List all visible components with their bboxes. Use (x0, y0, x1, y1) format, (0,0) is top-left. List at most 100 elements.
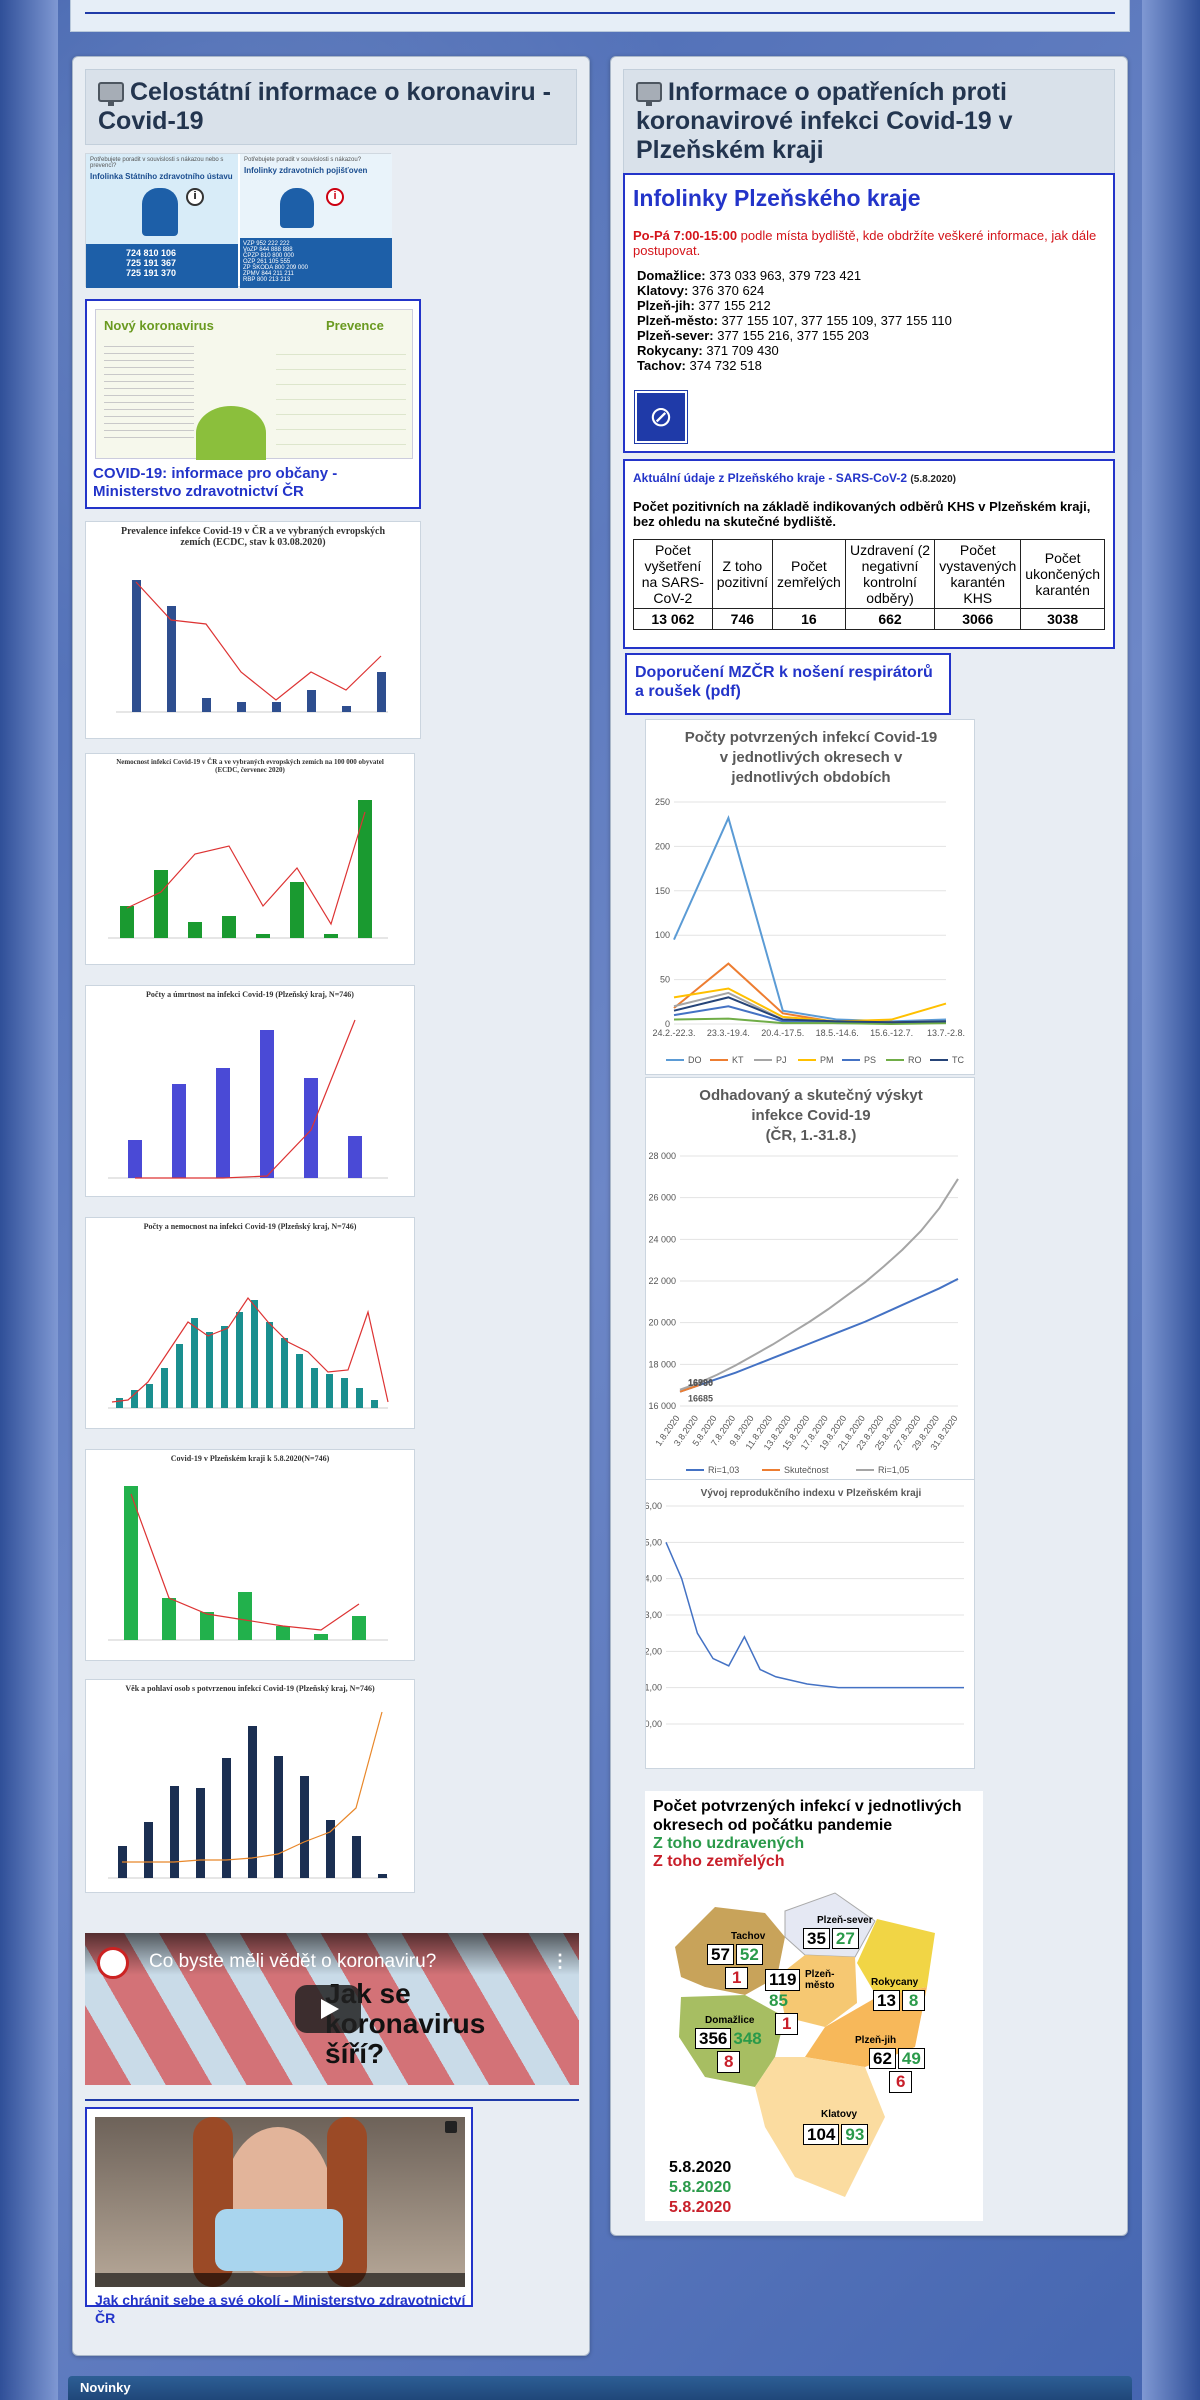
x-tick-label: 18.5.-14.6. (816, 1028, 859, 1038)
chart-kraj-okresy-graphic (108, 1486, 388, 1641)
series-line-ri103 (679, 1278, 959, 1393)
monitor-icon (636, 82, 662, 106)
chart-okresy-svg: Počty potvrzených infekcí Covid-19 v jedn… (652, 729, 965, 1065)
okresy-map-card: Počet potvrzených infekcí v jednotlivých… (645, 1791, 983, 2221)
video-controls[interactable] (95, 2273, 465, 2287)
chart-odhad: Odhadovaný a skutečný výskyt infekce Covi… (645, 1077, 975, 1489)
bar-group (116, 1300, 378, 1408)
chart-odhad-svg: Odhadovaný a skutečný výskyt infekce Covi… (648, 1087, 959, 1475)
y-tick-label: 50 (660, 975, 670, 985)
bar (260, 1030, 274, 1178)
insurance-row: RBP 800 213 213 (243, 277, 291, 283)
bar (200, 1612, 214, 1640)
map-dead-domazlice: 8 (717, 2051, 741, 2073)
aktualni-subtitle: Počet pozitivních na základě indikovanýc… (633, 499, 1091, 529)
infolinka-zp-small: Potřebujete poradit v souvislosti s náka… (244, 157, 362, 163)
bar (191, 1318, 198, 1408)
series-line-pm (673, 987, 947, 1023)
chart-title: Prevalence infekce Covid-19 v ČR a ve vy… (120, 526, 386, 548)
infolinka-zp-title: Infolinky zdravotních pojišťoven (244, 166, 368, 175)
y-tick-label: 28 000 (648, 1151, 676, 1161)
map-date-recovered: 5.8.2020 (669, 2179, 732, 2196)
aktualni-table: Počet vyšetření na SARS-CoV-2 Z toho poz… (633, 539, 1105, 630)
bar (378, 1874, 387, 1878)
y-tick-label: 3,00 (646, 1610, 662, 1620)
chart-title: Nemocnost infekcí Covid-19 v ČR a ve vyb… (116, 758, 384, 774)
more-options-icon[interactable]: ⋮ (551, 1951, 569, 1972)
bar (352, 1616, 366, 1640)
chart-title: Počty potvrzených infekcí Covid-19 (685, 729, 938, 746)
table-cell: 16 (772, 608, 846, 630)
bar (154, 870, 168, 938)
infolinky-hours: Po-Pá 7:00-15:00 podle místa bydliště, k… (633, 228, 1097, 258)
novy-koronavirus-box[interactable]: Nový koronavirus Prevence COVID-19: info… (85, 299, 421, 509)
table-cell: 746 (711, 608, 774, 630)
table-cell: 662 (844, 608, 936, 630)
operator-figure (142, 188, 178, 236)
mask-video-box[interactable]: Jak chránit sebe a své okolí - Ministers… (85, 2107, 473, 2326)
settings-icon[interactable] (445, 2121, 457, 2133)
bar (281, 1338, 288, 1408)
chart-umrtnost-graphic (108, 1019, 388, 1179)
chart-kraj-okresy-image: Covid-19 v Plzeňském kraji k 5.8.2020(N=… (85, 1449, 415, 1661)
x-tick-label: 24.2.-22.3. (652, 1028, 695, 1038)
infolinka-szu-small: Potřebujete poradit v souvislosti s náka… (90, 157, 224, 169)
y-tick-label: 1,00 (646, 1683, 662, 1693)
chart-reprodukcni: Vývoj reprodukčního indexu v Plzeňském k… (644, 1479, 975, 1769)
bar (202, 698, 211, 712)
bar (307, 690, 316, 712)
bar (116, 1398, 123, 1408)
bar (358, 800, 372, 938)
y-tick-label: 100 (655, 930, 670, 940)
doporuceni-link[interactable]: Doporučení MZČR k nošení respirátorů a r… (625, 653, 951, 715)
table-cell: 3066 (934, 608, 1022, 630)
monitor-icon (98, 82, 124, 106)
bar (311, 1368, 318, 1408)
chart-okresy: Počty potvrzených infekcí Covid-19 v jedn… (645, 719, 975, 1075)
bar (196, 1788, 205, 1878)
video-title[interactable]: Co byste měli vědět o koronaviru? (149, 1951, 436, 1973)
chart-reprodukcni-svg: Vývoj reprodukčního indexu v Plzeňském k… (644, 1488, 964, 1729)
bar (290, 882, 304, 938)
map-label-klatovy: Klatovy (821, 2109, 858, 2120)
bar (304, 1078, 318, 1178)
video-embed[interactable]: Co byste měli vědět o koronaviru? ⋮ Jak … (85, 1933, 579, 2085)
infolinky-title: Infolinky Plzeňského kraje (633, 185, 921, 211)
infolinka-row: Plzeň-město: 377 155 107, 377 155 109, 3… (637, 313, 952, 328)
phone-number: 725 191 367 (126, 258, 177, 268)
news-bar[interactable]: Novinky (68, 2376, 1132, 2400)
map-count-tachov: 57 52 (707, 1944, 763, 1965)
info-icon: i (326, 188, 344, 206)
mask-video-thumbnail[interactable] (95, 2117, 465, 2287)
legend-label: PJ (776, 1055, 787, 1065)
bar (377, 672, 386, 712)
bar (324, 934, 338, 938)
chart-title: v jednotlivých okresech v (720, 749, 903, 766)
bar (266, 1322, 273, 1408)
bar (146, 1384, 153, 1408)
table-header: Počet vyšetření na SARS-CoV-2 (633, 539, 713, 609)
chart-title: jednotlivých obdobích (730, 769, 890, 786)
map-label-domazlice: Domažlice (705, 2015, 755, 2026)
infolinka-row: Tachov: 374 732 518 (637, 358, 762, 373)
legend-label: Ri=1,03 (708, 1465, 739, 1475)
play-button[interactable] (295, 1985, 361, 2033)
y-tick-label: 250 (655, 797, 670, 807)
chart-title: Vývoj reprodukčního indexu v Plzeňském k… (701, 1488, 922, 1499)
aktualni-udaje-box: Aktuální údaje z Plzeňského kraje - SARS… (623, 459, 1115, 649)
bar (341, 1378, 348, 1408)
y-tick-label: 150 (655, 886, 670, 896)
bar (172, 1084, 186, 1178)
map-dead-tachov: 1 (725, 1967, 749, 1989)
map-count-plzen-sever: 35 27 (803, 1928, 859, 1949)
legend-label: Ri=1,05 (878, 1465, 909, 1475)
right-panel: Informace o opatřeních proti koronavirov… (610, 56, 1128, 2236)
hearing-impaired-icon[interactable]: ⊘ (634, 390, 688, 444)
chart-prevalence-image: Prevalence infekce Covid-19 v ČR a ve vy… (85, 521, 421, 739)
mask-video-link[interactable]: Jak chránit sebe a své okolí - Ministers… (95, 2291, 471, 2327)
novy-koronavirus-link[interactable]: COVID-19: informace pro občany - Ministe… (93, 465, 413, 501)
infolinky-box: Infolinky Plzeňského kraje Po-Pá 7:00-15… (623, 173, 1115, 453)
infolinka-graphic[interactable]: Potřebujete poradit v souvislosti s náka… (85, 153, 392, 288)
bar (348, 1136, 362, 1178)
bar (314, 1634, 328, 1640)
